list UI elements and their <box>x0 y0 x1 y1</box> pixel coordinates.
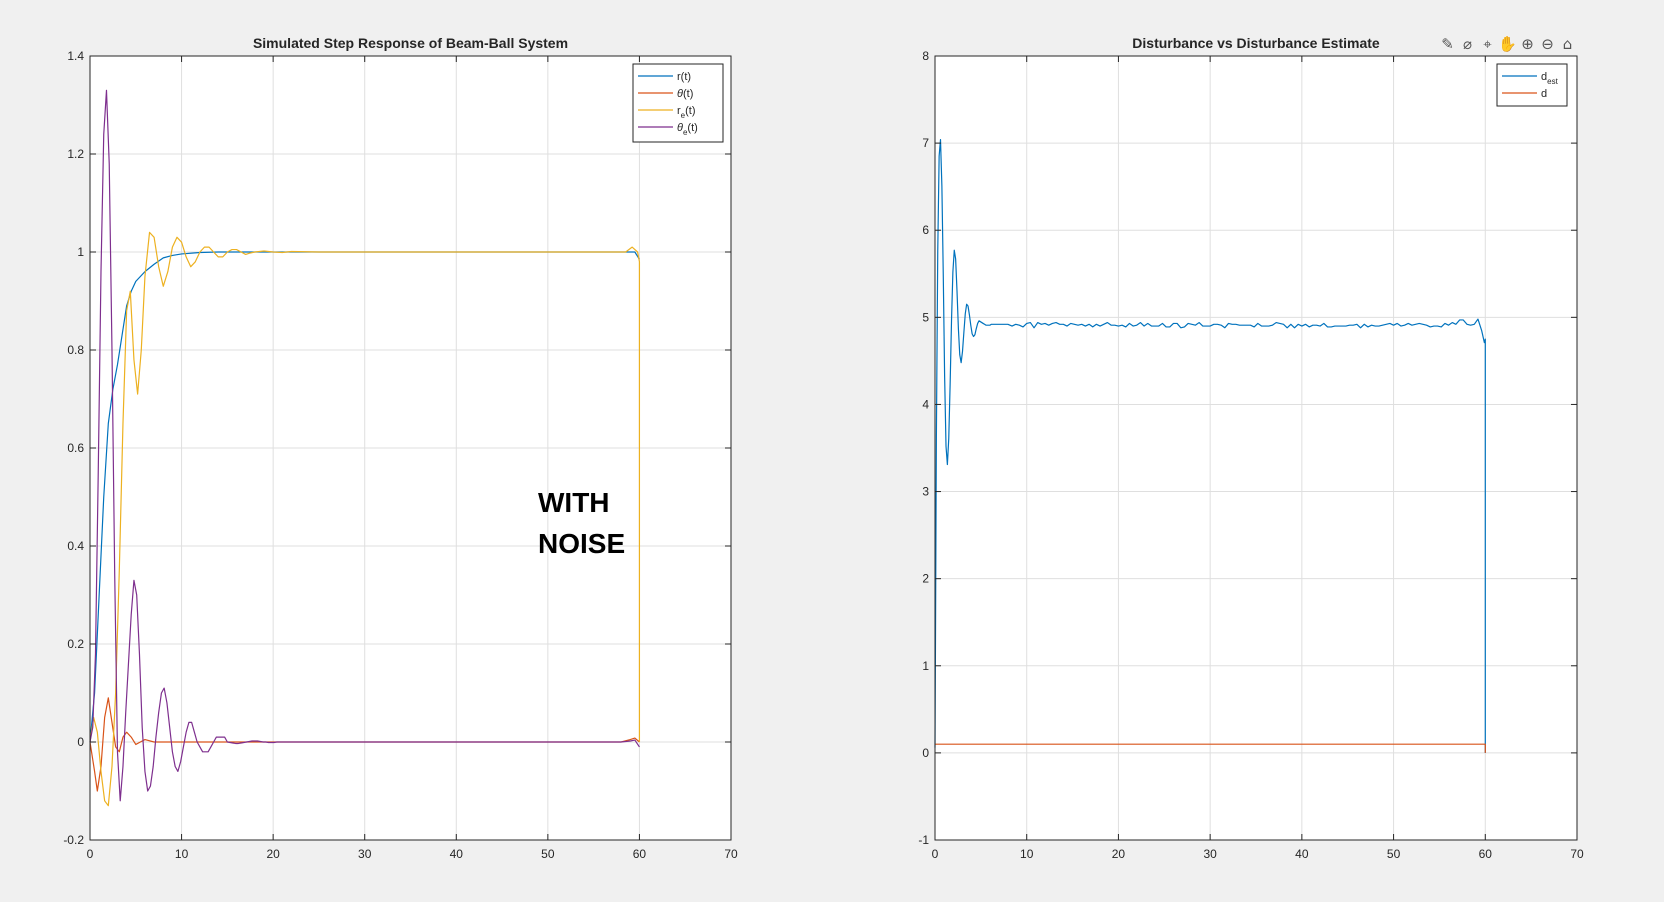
y-tick-label: 1 <box>922 659 929 673</box>
y-tick-label: 0.6 <box>67 441 84 455</box>
x-tick-label: 40 <box>450 847 464 861</box>
legend-label: r(t) <box>677 71 691 83</box>
home-icon: ⌂ <box>1563 35 1573 53</box>
legend-label-suffix: (t) <box>681 71 691 83</box>
legend[interactable]: destd <box>1496 63 1568 107</box>
y-tick-label: 0.4 <box>67 539 84 553</box>
axes-toolbar: ✎ ⌀ ⌖ ✋ ⊕ ⊖ ⌂ <box>1438 34 1577 53</box>
home-button[interactable]: ⌂ <box>1558 34 1577 53</box>
x-tick-label: 20 <box>1112 847 1126 861</box>
legend-label: θ(t) <box>677 88 693 100</box>
data-cursor-icon: ⌖ <box>1483 35 1492 53</box>
legend-label-sub: est <box>1547 77 1558 86</box>
zoom-in-icon: ⊕ <box>1521 35 1534 53</box>
zoom-out-button[interactable]: ⊖ <box>1538 34 1557 53</box>
y-tick-label: -1 <box>918 833 929 847</box>
y-tick-label: 5 <box>922 310 929 324</box>
legend-label-suffix: (t) <box>687 122 697 134</box>
y-tick-label: 1.4 <box>67 49 84 63</box>
y-tick-label: 3 <box>922 485 929 499</box>
x-tick-label: 10 <box>175 847 189 861</box>
y-tick-label: -0.2 <box>63 833 84 847</box>
y-tick-label: 6 <box>922 223 929 237</box>
zoom-in-button[interactable]: ⊕ <box>1518 34 1537 53</box>
brush-icon: ⌀ <box>1463 35 1472 53</box>
edit-plot-button[interactable]: ✎ <box>1438 34 1457 53</box>
edit-plot-icon: ✎ <box>1441 35 1454 53</box>
axes-step-response[interactable]: 0 10 20 30 40 50 60 70-0.200.20.40.60.811.21.4 … <box>63 35 738 861</box>
legend-label-suffix: (t) <box>683 88 693 100</box>
y-tick-label: 7 <box>922 136 929 150</box>
x-tick-label: 50 <box>541 847 555 861</box>
x-tick-label: 50 <box>1387 847 1401 861</box>
y-tick-label: 2 <box>922 572 929 586</box>
figure: 0 10 20 30 40 50 60 70-0.200.20.40.60.811.21.4 … <box>0 0 1664 902</box>
x-tick-label: 70 <box>1570 847 1584 861</box>
legend-label-suffix: (t) <box>685 105 695 117</box>
zoom-out-icon: ⊖ <box>1541 35 1554 53</box>
y-tick-label: 1 <box>77 245 84 259</box>
plot-area <box>935 56 1577 840</box>
pan-button[interactable]: ✋ <box>1498 34 1517 53</box>
pan-icon: ✋ <box>1498 35 1517 53</box>
annotation-line-2: NOISE <box>538 528 625 559</box>
x-tick-label: 40 <box>1295 847 1309 861</box>
y-tick-label: 8 <box>922 49 929 63</box>
y-tick-label: 4 <box>922 397 929 411</box>
x-tick-label: 70 <box>724 847 738 861</box>
brush-button[interactable]: ⌀ <box>1458 34 1477 53</box>
x-tick-label: 10 <box>1020 847 1034 861</box>
data-cursor-button[interactable]: ⌖ <box>1478 34 1497 53</box>
x-tick-label: 60 <box>1479 847 1493 861</box>
y-tick-label: 0.2 <box>67 637 84 651</box>
chart-title: Disturbance vs Disturbance Estimate <box>1132 35 1380 51</box>
x-tick-label: 0 <box>932 847 939 861</box>
legend-label: d <box>1541 88 1547 100</box>
x-tick-label: 30 <box>358 847 372 861</box>
legend[interactable]: r(t)θ(t)re(t)θe(t) <box>632 63 724 143</box>
axes-disturbance[interactable]: 0 10 20 30 40 50 60 70-1012345678 Disturbance v… <box>918 35 1584 861</box>
x-tick-label: 20 <box>266 847 280 861</box>
x-tick-label: 30 <box>1203 847 1217 861</box>
y-tick-label: 0 <box>77 735 84 749</box>
chart-title: Simulated Step Response of Beam-Ball Sys… <box>253 35 568 51</box>
x-tick-label: 0 <box>87 847 94 861</box>
y-tick-label: 0.8 <box>67 343 84 357</box>
x-tick-label: 60 <box>633 847 647 861</box>
y-tick-label: 1.2 <box>67 147 84 161</box>
legend-label-main: d <box>1541 88 1547 100</box>
annotation-line-1: WITH <box>538 487 610 518</box>
y-tick-label: 0 <box>922 746 929 760</box>
